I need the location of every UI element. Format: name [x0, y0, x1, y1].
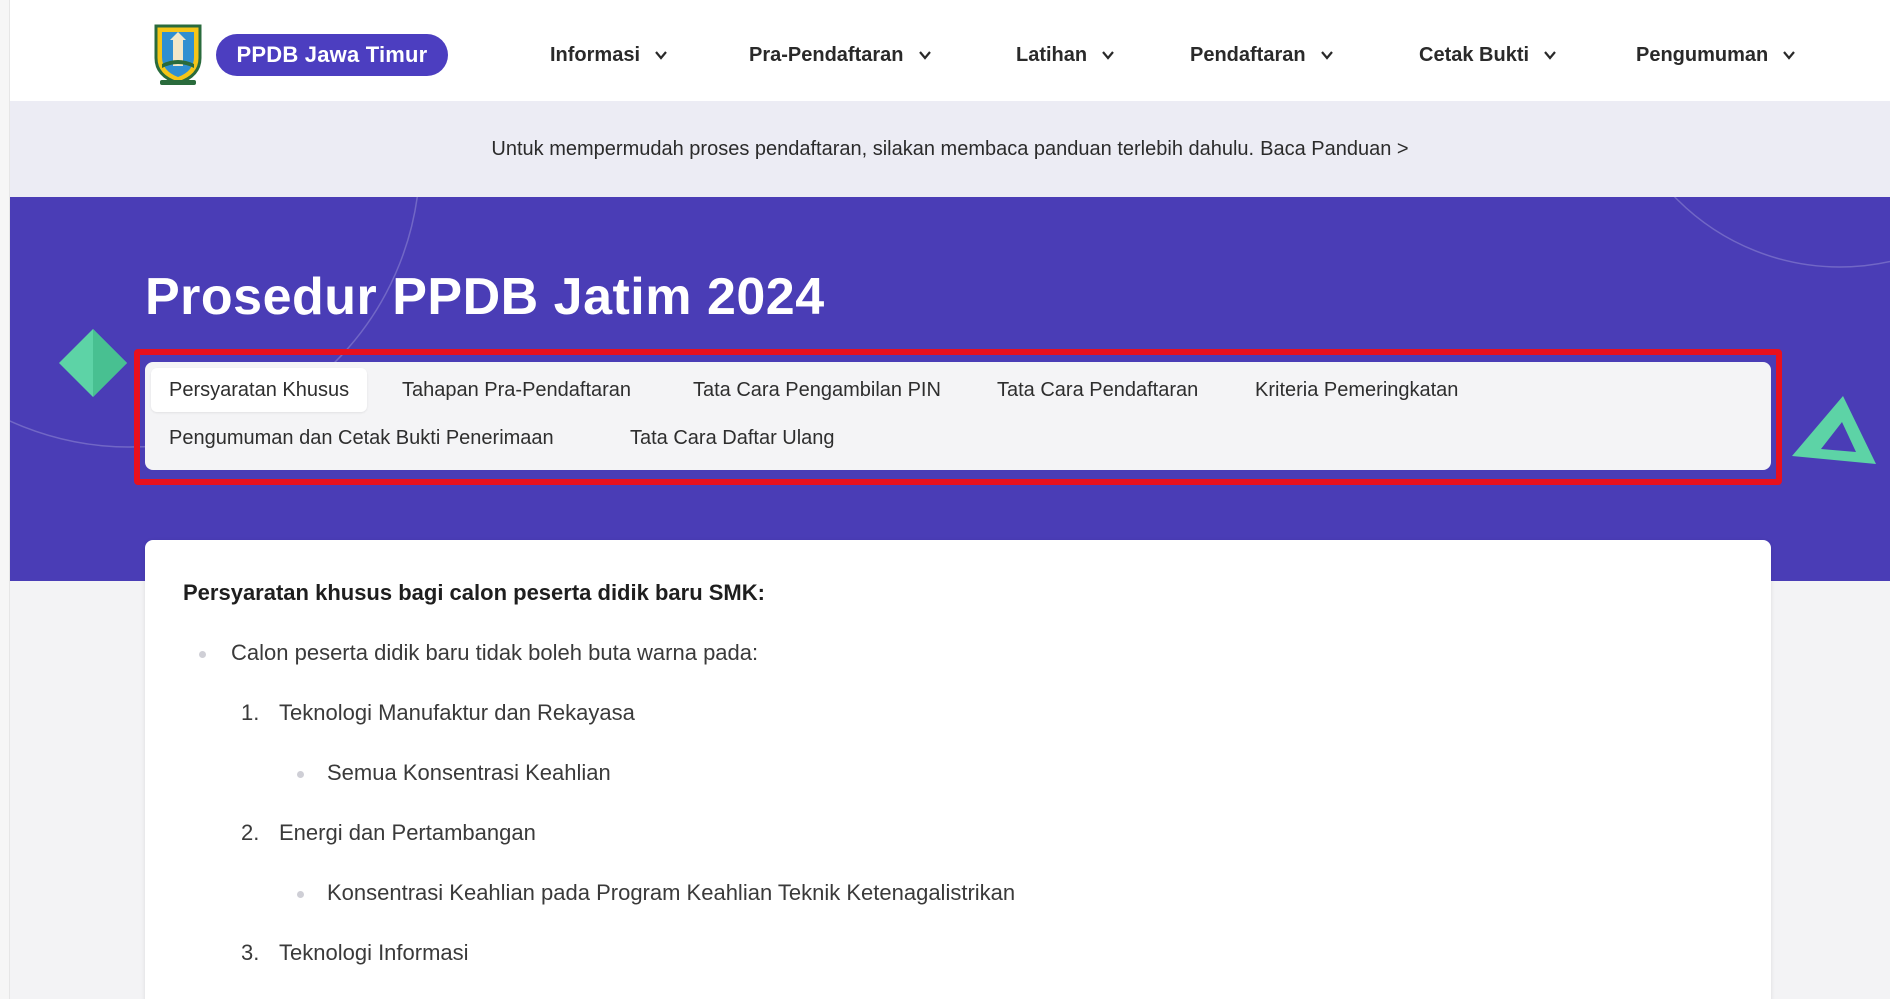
list-item-text: Konsentrasi Keahlian pada Program Keahli… [327, 880, 1016, 905]
list-item-text: Calon peserta didik baru tidak boleh but… [231, 640, 759, 665]
banner-text: Untuk mempermudah proses pendaftaran, si… [491, 137, 1255, 160]
info-banner: Untuk mempermudah proses pendaftaran, si… [10, 101, 1890, 197]
brand-pill[interactable]: PPDB Jawa Timur [216, 34, 448, 76]
requirement-list: Calon peserta didik baru tidak boleh but… [183, 640, 1733, 966]
nav-label: Pendaftaran [1190, 43, 1306, 66]
chevron-down-icon [1102, 51, 1114, 60]
nav-label: Cetak Bukti [1419, 43, 1530, 66]
nav-latihan[interactable]: Latihan [1016, 40, 1115, 70]
nav-pra-pendaftaran[interactable]: Pra-Pendaftaran [749, 40, 932, 70]
list-item: 2. Energi dan Pertambangan Konsentrasi K… [231, 820, 1733, 906]
nav-pendaftaran[interactable]: Pendaftaran [1190, 40, 1334, 70]
list-number: 2. [241, 820, 260, 845]
list-item: 1. Teknologi Manufaktur dan Rekayasa Sem… [231, 700, 1733, 786]
nav-label: Latihan [1016, 43, 1088, 66]
list-number: 3. [241, 940, 260, 965]
list-item-text: Teknologi Manufaktur dan Rekayasa [279, 700, 635, 725]
nav-label: Informasi [550, 43, 641, 66]
jatim-logo-icon[interactable] [150, 20, 206, 86]
list-number: 1. [241, 700, 260, 725]
nav-label: Pra-Pendaftaran [749, 43, 904, 66]
bullet-icon [297, 891, 304, 898]
content-card: Persyaratan khusus bagi calon peserta di… [145, 540, 1771, 999]
top-navigation: PPDB Jawa Timur Informasi Pra-Pendaftara… [10, 0, 1890, 101]
program-list: 1. Teknologi Manufaktur dan Rekayasa Sem… [231, 700, 1733, 966]
sub-list: Konsentrasi Keahlian pada Program Keahli… [279, 880, 1733, 906]
list-item: Konsentrasi Keahlian pada Program Keahli… [279, 880, 1733, 906]
list-item-text: Semua Konsentrasi Keahlian [327, 760, 611, 785]
list-item: 3. Teknologi Informasi [231, 940, 1733, 966]
list-item: Semua Konsentrasi Keahlian [279, 760, 1733, 786]
diamond-shape-icon [59, 329, 127, 397]
list-item-text: Teknologi Informasi [279, 940, 469, 965]
chevron-down-icon [655, 51, 667, 60]
triangle-shape-icon [1792, 396, 1876, 464]
chevron-down-icon [918, 51, 931, 60]
highlight-box [134, 349, 1782, 485]
bullet-icon [297, 771, 304, 778]
chevron-down-icon [1544, 51, 1556, 60]
list-item-text: Energi dan Pertambangan [279, 820, 536, 845]
window-edge [0, 0, 10, 999]
baca-panduan-link[interactable]: Baca Panduan > [1260, 138, 1408, 161]
chevron-down-icon [1320, 51, 1333, 60]
page-title: Prosedur PPDB Jatim 2024 [145, 268, 825, 326]
bullet-icon [199, 651, 206, 658]
nav-informasi[interactable]: Informasi [550, 40, 668, 70]
nav-label: Pengumuman [1636, 43, 1769, 66]
chevron-down-icon [1783, 51, 1796, 60]
list-item: Calon peserta didik baru tidak boleh but… [183, 640, 1733, 966]
sub-list: Semua Konsentrasi Keahlian [279, 760, 1733, 786]
nav-cetak-bukti[interactable]: Cetak Bukti [1419, 40, 1557, 70]
content-heading: Persyaratan khusus bagi calon peserta di… [183, 580, 765, 605]
nav-pengumuman[interactable]: Pengumuman [1636, 40, 1796, 70]
